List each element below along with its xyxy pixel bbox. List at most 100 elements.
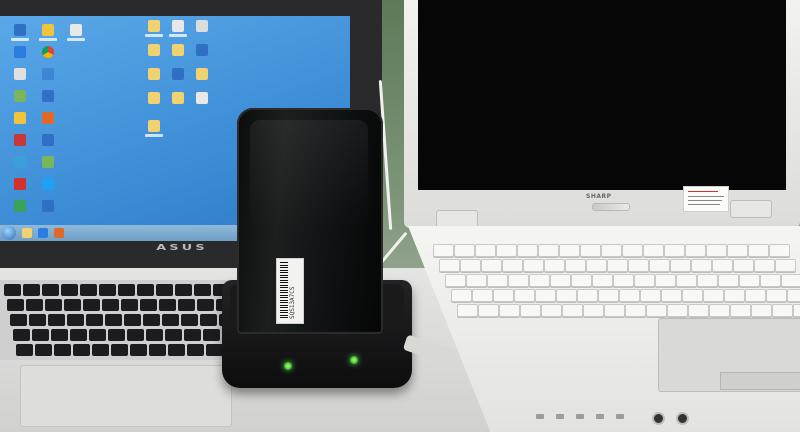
keyboard-key[interactable] [604,304,625,317]
desktop-app-icon[interactable] [172,20,184,32]
keyboard-key[interactable] [640,289,661,302]
taskbar-browser-icon[interactable] [38,228,48,238]
keyboard-key[interactable] [206,344,223,356]
keyboard-key[interactable] [535,289,556,302]
keyboard-key[interactable] [775,259,796,272]
desktop-app-icon[interactable] [14,134,26,146]
keyboard-key[interactable] [730,304,751,317]
keyboard-key[interactable] [571,274,592,287]
keyboard-key[interactable] [105,314,122,326]
desktop-app-icon[interactable] [14,68,26,80]
keyboard-key[interactable] [772,304,793,317]
keyboard-key[interactable] [724,289,745,302]
keyboard-key[interactable] [703,289,724,302]
keyboard-key[interactable] [32,329,49,341]
desktop-app-icon[interactable] [42,24,54,36]
folder-icon[interactable] [148,92,160,104]
keyboard-key[interactable] [140,299,157,311]
keyboard-key[interactable] [48,314,65,326]
keyboard-key[interactable] [754,259,775,272]
keyboard-key[interactable] [149,344,166,356]
keyboard-key[interactable] [493,289,514,302]
keyboard-key[interactable] [102,299,119,311]
keyboard-key[interactable] [751,304,772,317]
keyboard-key[interactable] [709,304,730,317]
keyboard-key[interactable] [502,259,523,272]
keyboard-key[interactable] [80,284,97,296]
keyboard-key[interactable] [454,244,475,257]
keyboard-key[interactable] [676,274,697,287]
keyboard-key[interactable] [592,274,613,287]
keyboard-key[interactable] [766,289,787,302]
keyboard-key[interactable] [83,299,100,311]
desktop-app-icon[interactable] [42,68,54,80]
keyboard-key[interactable] [706,244,727,257]
keyboard-key[interactable] [691,259,712,272]
keyboard-key[interactable] [89,329,106,341]
keyboard-key[interactable] [111,344,128,356]
keyboard-key[interactable] [712,259,733,272]
keyboard-key[interactable] [538,244,559,257]
keyboard-key[interactable] [667,304,688,317]
keyboard-key[interactable] [181,314,198,326]
keyboard-key[interactable] [457,304,478,317]
desktop-app-icon[interactable] [42,200,54,212]
keyboard-key[interactable] [168,344,185,356]
desktop-app-icon[interactable] [196,20,208,32]
keyboard-key[interactable] [67,314,84,326]
desktop-app-icon[interactable] [14,46,26,58]
keyboard-key[interactable] [16,344,33,356]
desktop-app-icon[interactable] [14,178,26,190]
keyboard-key[interactable] [194,284,211,296]
keyboard-key[interactable] [760,274,781,287]
desktop-app-icon[interactable] [42,156,54,168]
keyboard-key[interactable] [466,274,487,287]
keyboard-key[interactable] [619,289,640,302]
keyboard-key[interactable] [184,329,201,341]
folder-icon[interactable] [172,92,184,104]
desktop-app-icon[interactable] [172,68,184,80]
keyboard-key[interactable] [23,284,40,296]
keyboard-key[interactable] [13,329,30,341]
keyboard-key[interactable] [583,304,604,317]
keyboard-key[interactable] [544,259,565,272]
keyboard-key[interactable] [529,274,550,287]
taskbar-app-icon[interactable] [54,228,64,238]
desktop-app-icon[interactable] [14,24,26,36]
folder-icon[interactable] [148,120,160,132]
keyboard-key[interactable] [130,344,147,356]
right-laptop-touchpad-buttons[interactable] [720,372,800,390]
keyboard-key[interactable] [472,289,493,302]
keyboard-key[interactable] [197,299,214,311]
keyboard-key[interactable] [64,299,81,311]
keyboard-key[interactable] [697,274,718,287]
keyboard-key[interactable] [478,304,499,317]
keyboard-key[interactable] [655,274,676,287]
keyboard-key[interactable] [54,344,71,356]
keyboard-key[interactable] [127,329,144,341]
keyboard-key[interactable] [118,284,135,296]
folder-icon[interactable] [148,68,160,80]
keyboard-key[interactable] [45,299,62,311]
keyboard-key[interactable] [499,304,520,317]
keyboard-key[interactable] [625,304,646,317]
keyboard-key[interactable] [124,314,141,326]
keyboard-key[interactable] [745,289,766,302]
keyboard-key[interactable] [487,274,508,287]
start-button-icon[interactable] [2,226,16,240]
keyboard-key[interactable] [718,274,739,287]
keyboard-key[interactable] [7,299,24,311]
keyboard-key[interactable] [143,314,160,326]
keyboard-key[interactable] [682,289,703,302]
keyboard-key[interactable] [520,304,541,317]
folder-icon[interactable] [148,44,160,56]
keyboard-key[interactable] [517,244,538,257]
keyboard-key[interactable] [586,259,607,272]
keyboard-key[interactable] [121,299,138,311]
keyboard-key[interactable] [643,244,664,257]
keyboard-key[interactable] [748,244,769,257]
keyboard-key[interactable] [187,344,204,356]
keyboard-key[interactable] [580,244,601,257]
keyboard-key[interactable] [146,329,163,341]
keyboard-key[interactable] [559,244,580,257]
